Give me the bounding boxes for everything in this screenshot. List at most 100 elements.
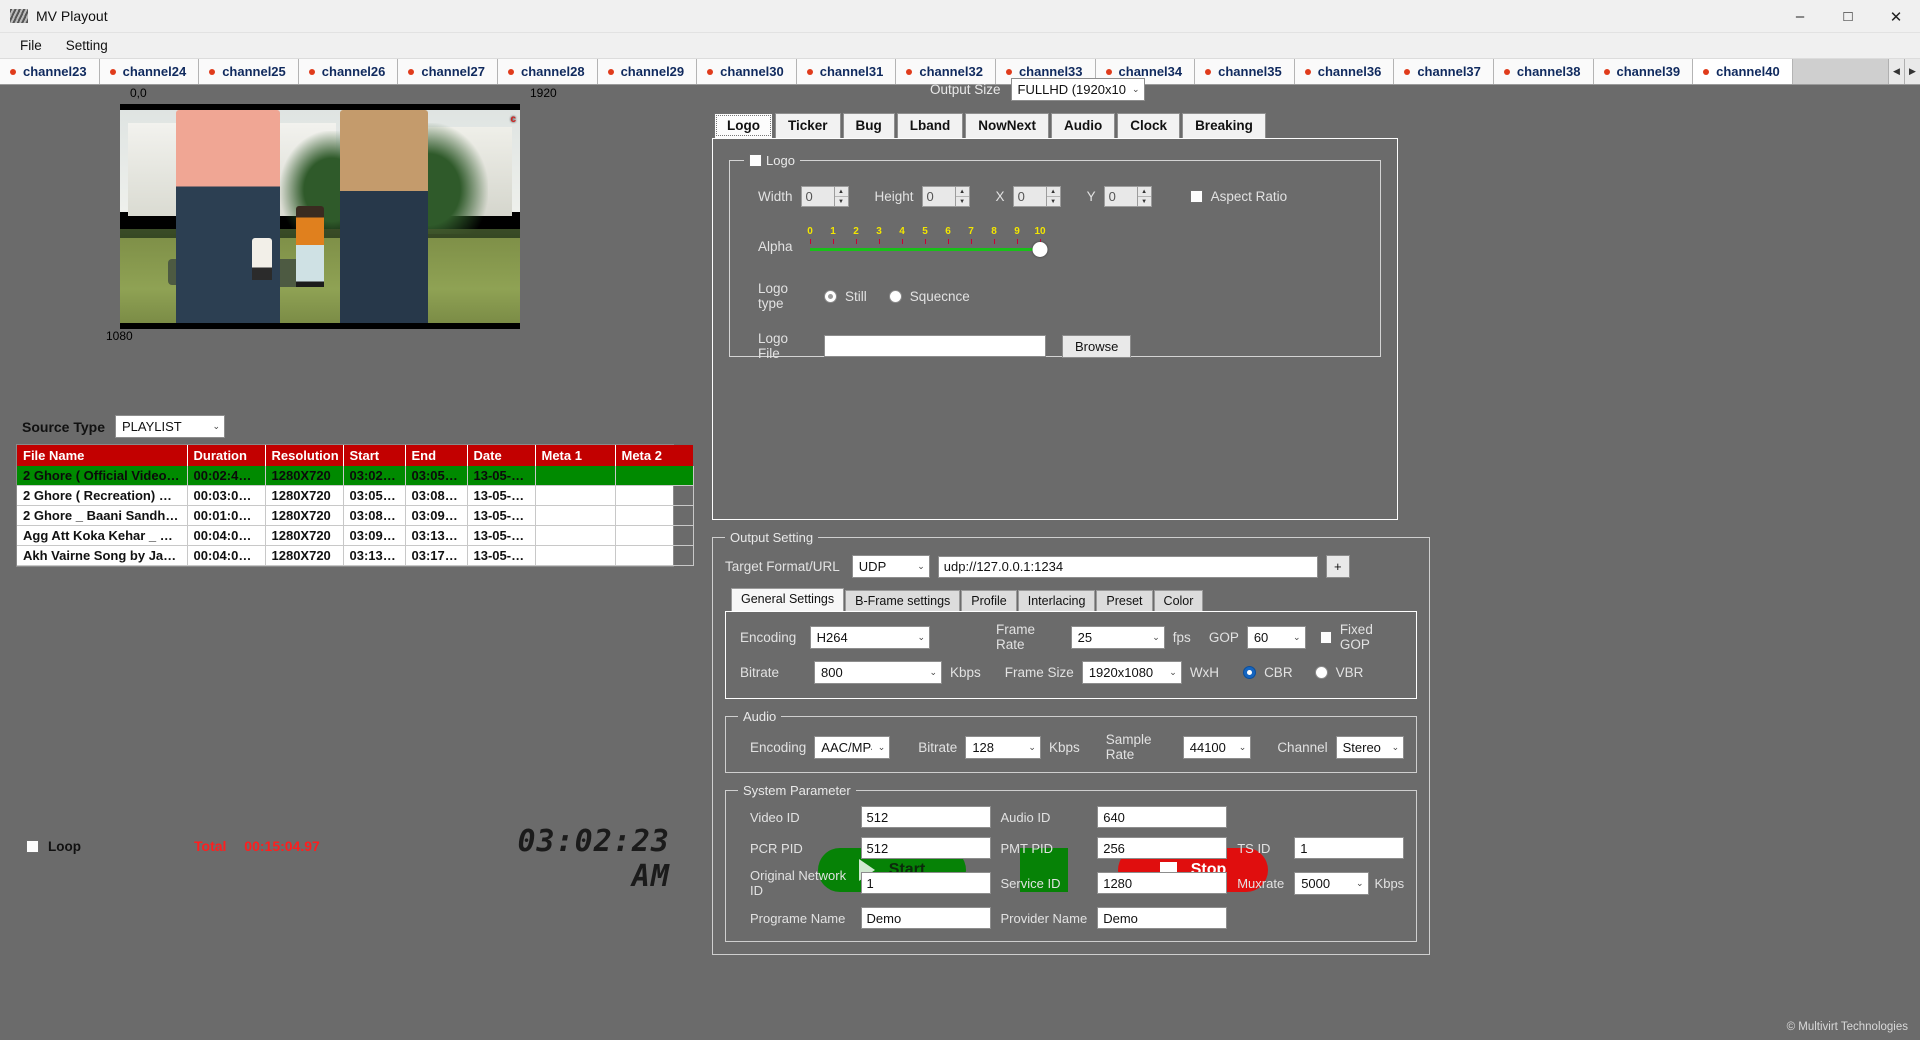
ts-id-input[interactable]: 1 <box>1294 837 1405 859</box>
graphics-tab-nownext[interactable]: NowNext <box>965 113 1050 138</box>
provider-name-input[interactable]: Demo <box>1097 907 1228 929</box>
vbr-radio[interactable] <box>1314 666 1328 679</box>
video-id-input[interactable]: 512 <box>860 806 991 828</box>
channel-tab-channel25[interactable]: channel25 <box>199 59 299 84</box>
channel-tab-channel39[interactable]: channel39 <box>1593 59 1694 84</box>
target-format-select[interactable]: UDP ⌄ <box>851 555 930 578</box>
sample-rate-select[interactable]: 44100 ⌄ <box>1182 735 1252 759</box>
spinner-arrows-icon[interactable]: ▲ ▼ <box>1136 187 1151 206</box>
video-bitrate-select[interactable]: 800 ⌄ <box>814 661 942 684</box>
output-sub-tab-profile[interactable]: Profile <box>961 590 1017 611</box>
playlist-row[interactable]: 2 Ghore _ Baani Sandhu… 00:01:04.94 1280X7… <box>17 505 694 526</box>
loop-checkbox[interactable] <box>26 839 39 853</box>
frame-size-select[interactable]: 1920x1080 ⌄ <box>1081 661 1182 684</box>
playlist-row[interactable]: 2 Ghore ( Recreation) Ba… 00:03:04.22 1280… <box>17 485 694 506</box>
maximize-button[interactable]: □ <box>1824 0 1872 33</box>
graphics-tab-logo[interactable]: Logo <box>714 113 773 138</box>
logo-height-spinner[interactable]: 0 ▲ ▼ <box>921 186 970 207</box>
output-sub-tab-color[interactable]: Color <box>1153 590 1204 611</box>
graphics-tab-ticker[interactable]: Ticker <box>775 113 841 138</box>
playlist-table-wrap[interactable]: File Name Duration Resolution Start End Date M… <box>16 444 694 567</box>
close-button[interactable]: ✕ <box>1872 0 1920 33</box>
playlist-column-header[interactable]: Date <box>467 445 536 466</box>
video-encoding-select[interactable]: H264 ⌄ <box>809 625 931 649</box>
channel-tab-channel28[interactable]: channel28 <box>497 59 598 84</box>
channel-tab-label: channel35 <box>1218 64 1282 79</box>
programe-name-input[interactable]: Demo <box>860 907 991 929</box>
frame-rate-select[interactable]: 25 ⌄ <box>1070 625 1165 649</box>
channel-status-dot-icon <box>1404 68 1411 75</box>
spinner-arrows-icon[interactable]: ▲ ▼ <box>833 187 848 206</box>
channel-tab-channel24[interactable]: channel24 <box>99 59 200 84</box>
channel-tab-channel27[interactable]: channel27 <box>398 59 498 84</box>
fixed-gop-checkbox[interactable] <box>1319 630 1332 644</box>
graphics-tab-lband[interactable]: Lband <box>896 113 964 138</box>
output-sub-tab-interlacing[interactable]: Interlacing <box>1017 590 1096 611</box>
video-preview[interactable]: c <box>120 104 520 329</box>
muxrate-select[interactable]: 5000 ⌄ <box>1294 871 1369 895</box>
playlist-row[interactable]: Agg Att Koka Kehar _ G… 00:04:02.13 1280X7… <box>17 525 694 546</box>
pmt-pid-input[interactable]: 256 <box>1097 837 1228 859</box>
playlist-column-header[interactable]: Meta 1 <box>535 445 616 466</box>
service-id-input[interactable]: 1280 <box>1097 872 1228 894</box>
channel-tab-channel23[interactable]: channel23 <box>0 59 100 84</box>
graphics-tab-bug[interactable]: Bug <box>842 113 895 138</box>
menu-item-file[interactable]: File <box>8 35 54 56</box>
spinner-arrows-icon[interactable]: ▲ ▼ <box>954 187 969 206</box>
ruler-height-label: 1080 <box>106 329 133 343</box>
right-column: Output Size FULLHD (1920x1080) ⌄ LogoTic… <box>712 78 1431 955</box>
logo-file-input[interactable] <box>824 335 1046 357</box>
channel-tab-channel38[interactable]: channel38 <box>1493 59 1594 84</box>
graphics-tab-audio[interactable]: Audio <box>1051 113 1116 138</box>
channel-tab-channel26[interactable]: channel26 <box>298 59 399 84</box>
gop-select[interactable]: 60 ⌄ <box>1246 625 1306 649</box>
alpha-slider[interactable]: 0 1 2 3 4 5 6 7 8 9 10 <box>807 226 1048 263</box>
channel-status-dot-icon <box>109 68 116 75</box>
minimize-button[interactable]: – <box>1776 0 1824 33</box>
playlist-column-header[interactable]: End <box>405 445 468 466</box>
playlist-cell-start-time: 03:02:21 <box>343 466 406 486</box>
tab-scroll-right-icon[interactable]: ▶ <box>1904 59 1920 84</box>
pcr-pid-input[interactable]: 512 <box>860 837 991 859</box>
add-target-button[interactable]: + <box>1325 555 1350 578</box>
logo-type-sequence-radio[interactable] <box>888 289 902 303</box>
output-sub-tab-b-frame-settings[interactable]: B-Frame settings <box>845 590 961 611</box>
alpha-knob[interactable] <box>1032 242 1048 257</box>
source-type-select[interactable]: PLAYLIST ⌄ <box>115 415 225 438</box>
output-size-select[interactable]: FULLHD (1920x1080) ⌄ <box>1010 78 1145 101</box>
channel-status-dot-icon <box>707 68 714 75</box>
output-sub-tab-general-settings[interactable]: General Settings <box>731 588 845 611</box>
channel-tab-channel40[interactable]: channel40 <box>1693 59 1793 84</box>
audio-bitrate-select[interactable]: 128 ⌄ <box>965 735 1041 759</box>
logo-width-spinner[interactable]: 0 ▲ ▼ <box>800 186 849 207</box>
menu-item-setting[interactable]: Setting <box>54 35 120 56</box>
playlist-column-header[interactable]: File Name <box>17 445 188 466</box>
playlist-row[interactable]: Akh Vairne Song by Jass… 00:04:05.69 1280X… <box>17 545 694 566</box>
graphics-tab-breaking[interactable]: Breaking <box>1182 113 1266 138</box>
original-network-id-input[interactable]: 1 <box>860 872 991 894</box>
graphics-tab-clock[interactable]: Clock <box>1117 113 1181 138</box>
vbr-label: VBR <box>1335 665 1364 680</box>
playlist-column-header[interactable]: Resolution <box>265 445 344 466</box>
aspect-ratio-checkbox[interactable] <box>1189 190 1203 203</box>
tab-scroll-left-icon[interactable]: ◀ <box>1888 59 1904 84</box>
cbr-radio[interactable] <box>1243 666 1257 679</box>
output-sub-tab-preset[interactable]: Preset <box>1096 590 1153 611</box>
playlist-column-header[interactable]: Meta 2 <box>615 445 693 466</box>
logo-y-spinner[interactable]: 0 ▲ ▼ <box>1103 186 1152 207</box>
audio-encoding-select[interactable]: AAC/MP4 ⌄ <box>814 735 891 759</box>
spinner-arrows-icon[interactable]: ▲ ▼ <box>1045 187 1060 206</box>
channel-tab-channel29[interactable]: channel29 <box>597 59 698 84</box>
logo-enable-checkbox[interactable] <box>749 154 762 167</box>
audio-id-input[interactable]: 640 <box>1097 806 1228 828</box>
audio-channel-select[interactable]: Stereo ⌄ <box>1335 735 1405 759</box>
playlist-column-header[interactable]: Start <box>343 445 406 466</box>
channel-status-dot-icon <box>1603 68 1610 75</box>
target-url-input[interactable]: udp://127.0.0.1:1234 <box>937 555 1318 578</box>
playlist-column-header[interactable]: Duration <box>187 445 266 466</box>
playlist-cell-date: 13-05-2023 <box>467 466 536 486</box>
browse-button[interactable]: Browse <box>1062 334 1132 358</box>
playlist-row[interactable]: 2 Ghore ( Official Video) … 00:02:47.97 12… <box>17 466 694 486</box>
logo-x-spinner[interactable]: 0 ▲ ▼ <box>1012 186 1061 207</box>
logo-type-still-radio[interactable] <box>824 289 837 303</box>
